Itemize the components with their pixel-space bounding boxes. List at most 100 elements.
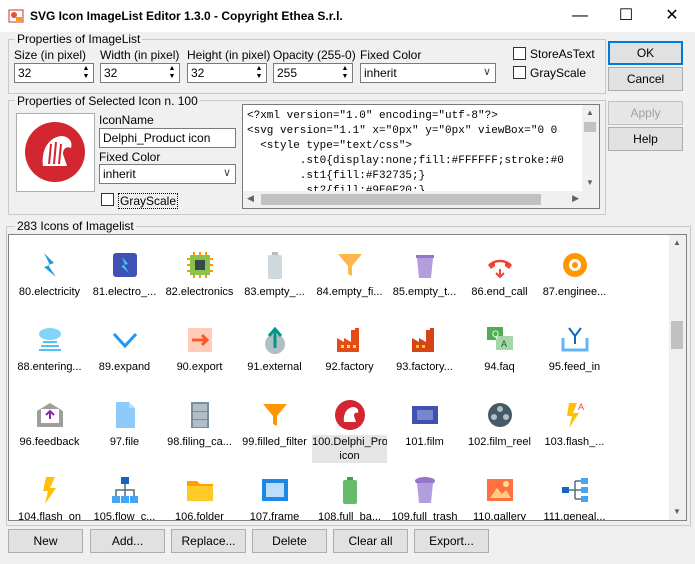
icon-cell[interactable]: 105.flow_c... [87, 462, 162, 520]
replace-button[interactable]: Replace... [171, 529, 246, 553]
iconname-input[interactable]: Delphi_Product icon [99, 128, 236, 148]
icon-cell[interactable]: 83.empty_... [237, 237, 312, 312]
selected-grayscale-label[interactable]: GrayScale [118, 193, 179, 209]
filled-filter-icon [263, 404, 287, 426]
icon-caption: 107.frame [249, 511, 300, 521]
icon-cell[interactable]: 82.electronics [162, 237, 237, 312]
add-button[interactable]: Add... [90, 529, 165, 553]
icon-caption: 106.folder [175, 511, 224, 521]
icon-cell[interactable]: 90.export [162, 312, 237, 387]
engineering-icon [563, 253, 587, 277]
scroll-up-icon[interactable]: ▲ [673, 238, 681, 247]
iconname-value: Delphi_Product icon [103, 131, 211, 145]
icon-list-scrollbar[interactable]: ▲ ▼ [669, 235, 686, 520]
cancel-button[interactable]: Cancel [608, 67, 683, 91]
icon-caption: 101.film [405, 436, 444, 448]
icon-cell[interactable]: 109.full_trash [387, 462, 462, 520]
icon-cell[interactable]: 89.expand [87, 312, 162, 387]
icon-list-group-label: 283 Icons of Imagelist [15, 219, 136, 233]
spin-arrows-icon[interactable]: ▲ ▼ [167, 65, 177, 81]
icon-cell[interactable]: 107.frame [237, 462, 312, 521]
store-as-text-checkbox[interactable] [513, 47, 526, 60]
icon-cell[interactable]: 102.film_reel [462, 387, 537, 462]
icon-cell[interactable]: 80.electricity [12, 237, 87, 312]
height-spinner[interactable]: 32 ▲ ▼ [187, 63, 267, 83]
close-button[interactable]: ✕ [649, 0, 695, 32]
icon-cell[interactable]: 99.filled_filter [237, 387, 312, 462]
svg-line: <?xml version="1.0" encoding="utf-8"?> [247, 110, 498, 122]
store-as-text-label[interactable]: StoreAsText [530, 47, 595, 61]
help-button[interactable]: Help [608, 127, 683, 151]
icon-cell[interactable]: 95.feed_in [537, 312, 612, 387]
icon-cell[interactable]: 86.end_call [462, 237, 537, 312]
icon-cell[interactable]: 104.flash_on [12, 462, 87, 520]
icon-cell[interactable]: 87.enginee... [537, 237, 612, 312]
icon-cell[interactable]: A 103.flash_... [537, 387, 612, 462]
icon-cell[interactable]: 108.full_ba... [312, 462, 387, 520]
scroll-down-icon[interactable]: ▼ [586, 178, 594, 187]
size-spinner[interactable]: 32 ▲ ▼ [14, 63, 94, 83]
size-value: 32 [18, 66, 32, 80]
selected-fixed-color-value: inherit [103, 167, 136, 181]
editor-hscroll-thumb[interactable] [261, 194, 541, 205]
iconname-label: IconName [99, 113, 154, 127]
icon-caption: 91.external [247, 361, 302, 373]
icon-cell[interactable]: 92.factory [312, 312, 387, 387]
spin-arrows-icon[interactable]: ▲ ▼ [81, 65, 91, 81]
icon-caption: 110.gallery [473, 511, 526, 521]
icon-caption: 87.enginee... [542, 286, 607, 298]
icon-cell[interactable]: 101.film [387, 387, 462, 462]
scroll-down-icon[interactable]: ▼ [673, 507, 681, 516]
icon-cell[interactable]: 97.file [87, 387, 162, 462]
minimize-button[interactable]: — [557, 0, 603, 32]
editor-scroll-thumb[interactable] [584, 122, 596, 132]
fixed-color-value: inherit [364, 66, 397, 80]
scroll-left-icon[interactable]: ◀ [247, 193, 254, 204]
icon-cell-selected[interactable]: 100.Delphi_Product icon [312, 387, 387, 463]
svg-text-editor[interactable]: <?xml version="1.0" encoding="utf-8"?> <s… [242, 104, 600, 209]
editor-horizontal-scrollbar[interactable]: ◀ ▶ [243, 191, 583, 208]
icon-cell[interactable]: 106.folder [162, 462, 237, 521]
icon-cell[interactable]: 93.factory... [387, 312, 462, 387]
icon-cell[interactable]: 98.filing_ca... [162, 387, 237, 462]
selected-fixed-color-combo[interactable]: inherit ∨ [99, 164, 236, 184]
genealogy-icon [562, 478, 588, 502]
icon-cell[interactable]: 81.electro_... [87, 237, 162, 312]
selected-fixed-color-label: Fixed Color [99, 150, 161, 164]
export-button[interactable]: Export... [414, 529, 489, 553]
grayscale-label[interactable]: GrayScale [530, 66, 586, 80]
grayscale-checkbox[interactable] [513, 66, 526, 79]
scroll-right-icon[interactable]: ▶ [572, 193, 579, 204]
spin-arrows-icon[interactable]: ▲ ▼ [254, 65, 264, 81]
selected-grayscale-checkbox[interactable] [101, 193, 114, 206]
icon-list[interactable]: 80.electricity 81.electro_... 82.electro… [8, 234, 687, 521]
flow-chart-icon [112, 477, 138, 503]
editor-vertical-scrollbar[interactable]: ▲ ▼ [582, 105, 599, 191]
maximize-button[interactable]: ☐ [603, 0, 649, 32]
icon-cell[interactable]: QA 94.faq [462, 312, 537, 387]
svg-line: .st0{display:none;fill:#FFFFFF;stroke:#0 [247, 155, 564, 167]
delete-button[interactable]: Delete [252, 529, 327, 553]
icon-cell[interactable]: 84.empty_fi... [312, 237, 387, 312]
apply-button[interactable]: Apply [608, 101, 683, 125]
icon-cell[interactable]: 111.geneal... [537, 462, 612, 520]
icon-cell[interactable]: 91.external [237, 312, 312, 387]
width-spinner[interactable]: 32 ▲ ▼ [100, 63, 180, 83]
fixed-color-combo[interactable]: inherit ∨ [360, 63, 496, 83]
icon-cell[interactable]: 96.feedback [12, 387, 87, 462]
clear-all-button[interactable]: Clear all [333, 529, 408, 553]
icon-cell[interactable]: 85.empty_t... [387, 237, 462, 312]
height-label: Height (in pixel) [187, 48, 271, 62]
icon-list-scroll-thumb[interactable] [671, 321, 683, 349]
entering-heaven-icon [39, 328, 61, 351]
new-button[interactable]: New [8, 529, 83, 553]
scroll-up-icon[interactable]: ▲ [586, 108, 594, 117]
ok-button[interactable]: OK [608, 41, 683, 65]
opacity-value: 255 [277, 66, 298, 80]
spin-arrows-icon[interactable]: ▲ ▼ [340, 65, 350, 81]
svg-text:A: A [578, 402, 584, 412]
opacity-spinner[interactable]: 255 ▲ ▼ [273, 63, 353, 83]
icon-cell[interactable]: 88.entering... [12, 312, 87, 387]
icon-cell[interactable]: 110.gallery [462, 462, 537, 521]
factory-icon [337, 328, 359, 352]
